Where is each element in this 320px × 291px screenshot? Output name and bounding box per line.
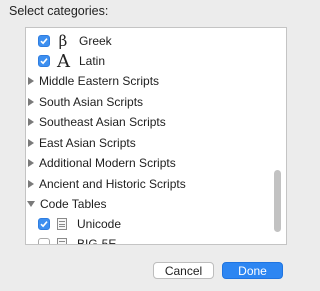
list-item-label: Greek xyxy=(79,34,112,48)
group-label: Middle Eastern Scripts xyxy=(39,74,160,88)
checkbox-greek[interactable] xyxy=(38,35,50,47)
category-list[interactable]: β Greek A Latin Middle Eastern Scripts S… xyxy=(25,27,287,245)
list-item-greek[interactable]: β Greek xyxy=(26,31,286,51)
group-label: Additional Modern Scripts xyxy=(39,156,176,170)
checkbox-unicode[interactable] xyxy=(38,218,50,230)
group-label: Southeast Asian Scripts xyxy=(39,115,166,129)
vertical-scrollbar[interactable] xyxy=(274,170,281,232)
disclosure-triangle-icon[interactable] xyxy=(27,201,35,207)
list-item-big-5e[interactable]: BIG-5E xyxy=(26,234,286,245)
group-additional-modern-scripts[interactable]: Additional Modern Scripts xyxy=(26,153,286,173)
checkbox-big-5e[interactable] xyxy=(38,238,50,244)
disclosure-triangle-icon[interactable] xyxy=(28,77,34,85)
group-ancient-and-historic-scripts[interactable]: Ancient and Historic Scripts xyxy=(26,174,286,194)
disclosure-triangle-icon[interactable] xyxy=(28,118,34,126)
cancel-button[interactable]: Cancel xyxy=(153,262,214,279)
checkmark-icon xyxy=(40,38,48,45)
list-item-label: BIG-5E xyxy=(77,237,117,245)
list-item-unicode[interactable]: Unicode xyxy=(26,214,286,234)
checkbox-latin[interactable] xyxy=(38,55,50,67)
group-label: East Asian Scripts xyxy=(39,136,136,150)
group-southeast-asian-scripts[interactable]: Southeast Asian Scripts xyxy=(26,112,286,132)
code-table-icon xyxy=(57,218,67,230)
dialog-title: Select categories: xyxy=(9,4,109,18)
group-east-asian-scripts[interactable]: East Asian Scripts xyxy=(26,133,286,153)
alpha-glyph-icon: A xyxy=(57,50,70,72)
disclosure-triangle-icon[interactable] xyxy=(28,180,34,188)
disclosure-triangle-icon[interactable] xyxy=(28,159,34,167)
checkmark-icon xyxy=(40,221,48,228)
disclosure-triangle-icon[interactable] xyxy=(28,98,34,106)
disclosure-triangle-icon[interactable] xyxy=(28,139,34,147)
beta-glyph-icon: β xyxy=(58,32,68,50)
group-south-asian-scripts[interactable]: South Asian Scripts xyxy=(26,92,286,112)
done-button[interactable]: Done xyxy=(222,262,283,279)
list-item-latin[interactable]: A Latin xyxy=(26,50,286,72)
group-label: Code Tables xyxy=(40,197,107,211)
group-label: South Asian Scripts xyxy=(39,95,144,109)
list-item-label: Unicode xyxy=(77,217,122,231)
group-label: Ancient and Historic Scripts xyxy=(39,177,186,191)
list-item-label: Latin xyxy=(79,54,106,68)
code-table-icon xyxy=(57,238,67,244)
group-middle-eastern-scripts[interactable]: Middle Eastern Scripts xyxy=(26,71,286,91)
group-code-tables[interactable]: Code Tables xyxy=(26,194,286,214)
checkmark-icon xyxy=(40,58,48,65)
